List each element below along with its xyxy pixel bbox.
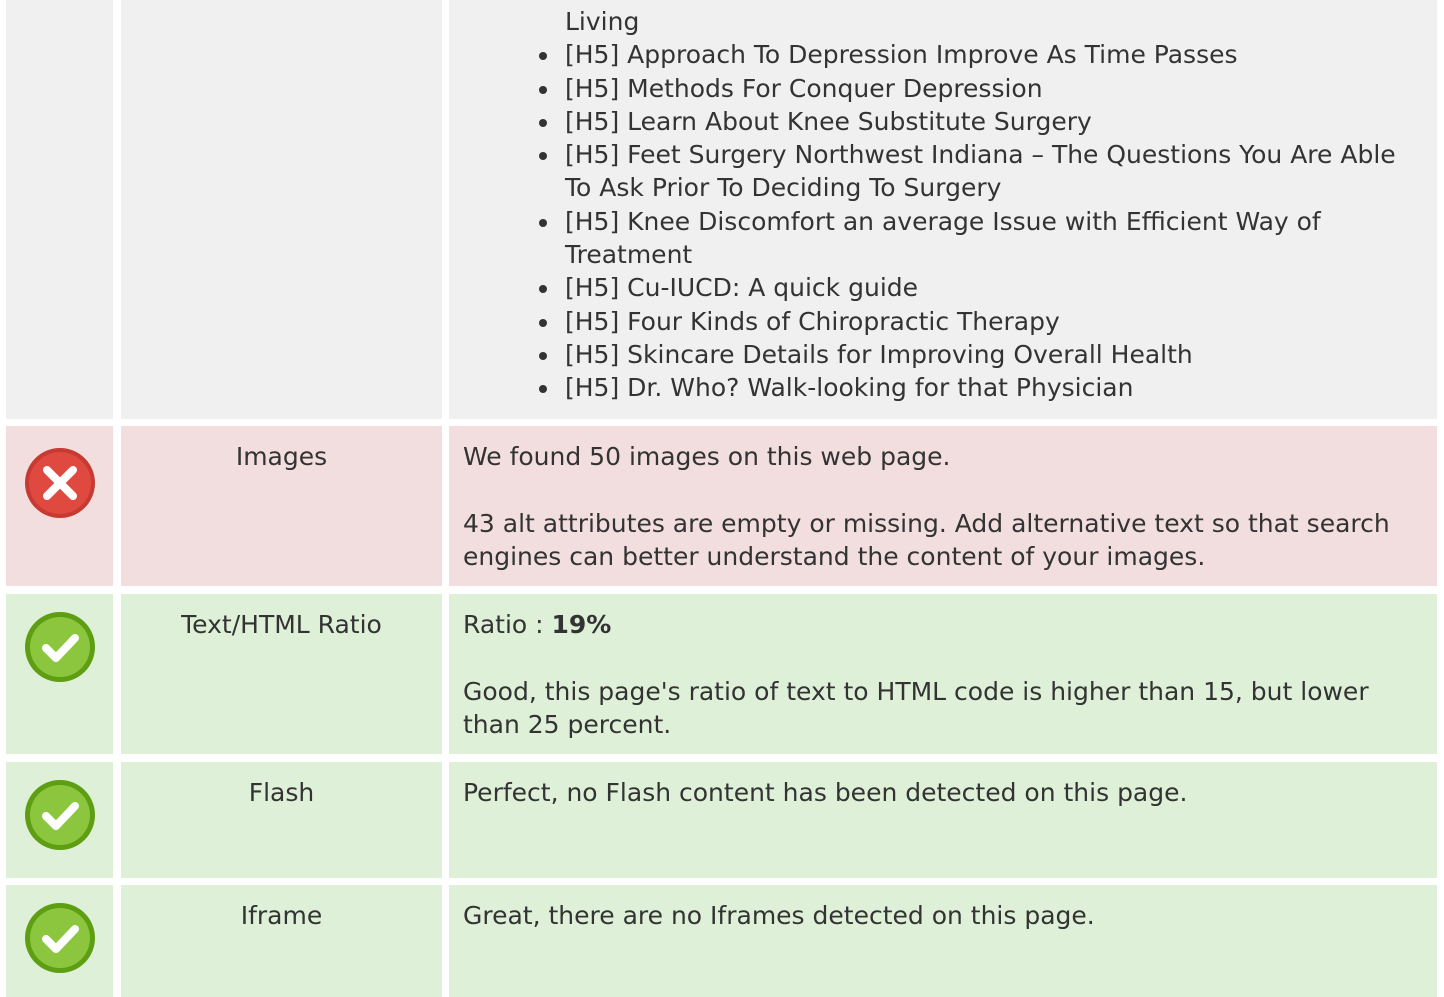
flash-content-cell: Perfect, no Flash content has been detec… bbox=[449, 762, 1437, 878]
check-icon bbox=[25, 903, 95, 973]
row-label: Iframe bbox=[240, 901, 323, 930]
images-advice: 43 alt attributes are empty or missing. … bbox=[463, 509, 1390, 572]
headings-status-cell bbox=[6, 0, 113, 419]
headings-list-item: [H5] Feet Surgery Northwest Indiana – Th… bbox=[539, 138, 1415, 205]
headings-list-item: [H5] Learn About Knee Substitute Surgery bbox=[539, 105, 1415, 138]
bullet-icon bbox=[539, 152, 547, 161]
error-x-icon bbox=[25, 448, 95, 518]
ratio-status-cell bbox=[6, 594, 113, 754]
check-icon bbox=[25, 780, 95, 850]
bullet-icon bbox=[539, 318, 547, 327]
row-label: Flash bbox=[248, 778, 315, 807]
bullet-icon bbox=[539, 351, 547, 360]
ratio-label-cell: Text/HTML Ratio bbox=[121, 594, 442, 754]
headings-list-item: [H5] Skincare Details for Improving Over… bbox=[539, 338, 1415, 371]
images-status-cell bbox=[6, 426, 113, 586]
bullet-icon bbox=[539, 218, 547, 227]
bullet-icon bbox=[539, 52, 547, 61]
check-icon bbox=[25, 612, 95, 682]
headings-list-item: [H5] Methods For Conquer Depression bbox=[539, 72, 1415, 105]
iframe-summary: Great, there are no Iframes detected on … bbox=[463, 901, 1095, 930]
headings-list-item: [H5] Dr. Who? Walk-looking for that Phys… bbox=[539, 371, 1415, 404]
headings-list-item: [H5] Approach To Depression Improve As T… bbox=[539, 38, 1415, 71]
headings-list-item: [H5] Four Kinds of Chiropractic Therapy bbox=[539, 305, 1415, 338]
headings-list-item: [H5] Knee Discomfort an average Issue wi… bbox=[539, 205, 1415, 272]
images-content-cell: We found 50 images on this web page. 43 … bbox=[449, 426, 1437, 586]
iframe-label-cell: Iframe bbox=[121, 885, 442, 997]
headings-content-cell: Living [H5] Approach To Depression Impro… bbox=[449, 0, 1437, 419]
ratio-content-cell: Ratio : 19% Good, this page's ratio of t… bbox=[449, 594, 1437, 754]
flash-summary: Perfect, no Flash content has been detec… bbox=[463, 778, 1188, 807]
bullet-icon bbox=[539, 118, 547, 127]
bullet-icon bbox=[539, 385, 547, 394]
headings-list-item: Living bbox=[565, 7, 640, 36]
ratio-advice: Good, this page's ratio of text to HTML … bbox=[463, 677, 1369, 740]
images-summary: We found 50 images on this web page. bbox=[463, 442, 951, 471]
row-label: Text/HTML Ratio bbox=[181, 610, 382, 639]
flash-status-cell bbox=[6, 762, 113, 878]
bullet-icon bbox=[539, 85, 547, 94]
iframe-content-cell: Great, there are no Iframes detected on … bbox=[449, 885, 1437, 997]
ratio-value: 19% bbox=[551, 610, 612, 639]
ratio-summary: Ratio : 19% bbox=[463, 608, 1397, 641]
flash-label-cell: Flash bbox=[121, 762, 442, 878]
ratio-prefix: Ratio : bbox=[463, 610, 552, 639]
headings-label-cell bbox=[121, 0, 442, 419]
headings-list: Living [H5] Approach To Depression Impro… bbox=[539, 5, 1415, 405]
images-label-cell: Images bbox=[121, 426, 442, 586]
headings-list-item: [H5] Cu-IUCD: A quick guide bbox=[539, 271, 1415, 304]
row-label: Images bbox=[235, 442, 328, 471]
iframe-status-cell bbox=[6, 885, 113, 997]
bullet-icon bbox=[539, 285, 547, 294]
